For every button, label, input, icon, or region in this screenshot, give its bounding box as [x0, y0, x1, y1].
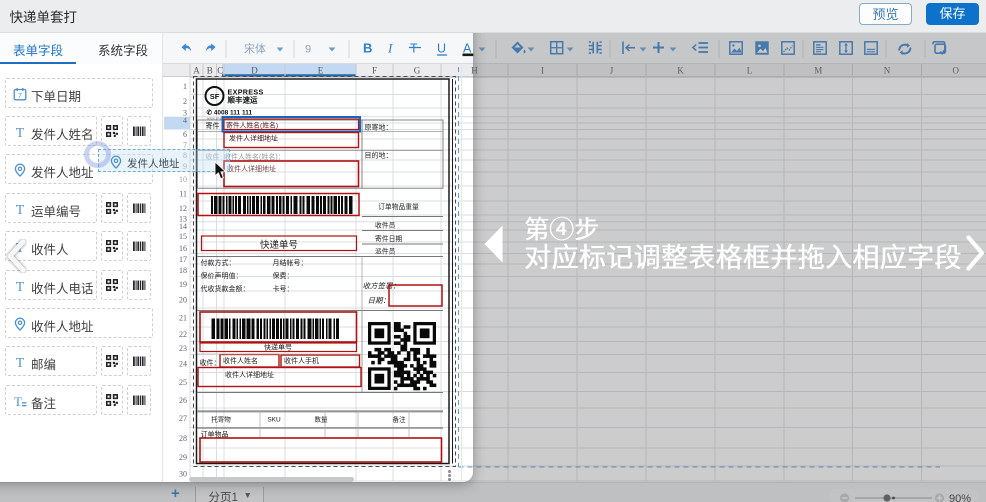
svg-text:B: B [363, 41, 372, 56]
svg-text:收件人详细地址: 收件人详细地址 [225, 370, 274, 379]
svg-text:I: I [541, 66, 544, 76]
svg-text:T: T [16, 125, 25, 139]
svg-text:21: 21 [179, 314, 187, 323]
svg-text:收件人姓名(姓名)：: 收件人姓名(姓名)： [224, 152, 285, 161]
svg-text:29: 29 [179, 453, 187, 462]
svg-text:O: O [953, 66, 960, 76]
svg-text:6: 6 [183, 130, 187, 139]
svg-text:20: 20 [179, 296, 187, 305]
svg-text:9: 9 [305, 44, 311, 56]
svg-text:收件人详细地址: 收件人详细地址 [227, 164, 276, 173]
svg-text:K: K [677, 66, 684, 76]
svg-text:I: I [387, 41, 393, 56]
svg-text:T: T [410, 42, 418, 56]
svg-text:寄件: 寄件 [206, 121, 220, 130]
svg-text:90%: 90% [949, 493, 971, 502]
svg-text:收方签署：: 收方签署： [363, 282, 401, 291]
svg-text:T: T [16, 355, 25, 369]
svg-text:G: G [414, 66, 421, 76]
svg-text:B: B [207, 66, 213, 76]
svg-text:15: 15 [179, 232, 187, 241]
svg-text:A: A [463, 42, 472, 56]
svg-text:16: 16 [179, 244, 187, 253]
svg-text:25: 25 [179, 378, 187, 387]
svg-text:F: F [372, 66, 377, 76]
svg-text:快递单号: 快递单号 [264, 343, 292, 352]
svg-text:E: E [318, 66, 324, 76]
svg-text:宋体: 宋体 [244, 42, 266, 56]
svg-text:14: 14 [179, 222, 187, 231]
svg-text:卡号：: 卡号： [273, 284, 294, 293]
svg-text:M: M [814, 66, 822, 76]
svg-text:D: D [251, 66, 258, 76]
svg-text:28: 28 [179, 434, 187, 443]
svg-text:1: 1 [183, 82, 187, 91]
svg-text:11: 11 [179, 190, 187, 199]
svg-text:派件员: 派件员 [375, 247, 396, 256]
svg-text:10: 10 [179, 175, 187, 184]
svg-text:18: 18 [179, 266, 187, 275]
svg-text:30: 30 [179, 470, 187, 479]
svg-text:付款方式：: 付款方式： [201, 258, 236, 267]
svg-text:U: U [437, 42, 446, 56]
svg-text:17: 17 [179, 255, 187, 264]
svg-text:27: 27 [179, 414, 187, 423]
svg-text:月结帐号：: 月结帐号： [273, 258, 308, 267]
svg-text:2: 2 [183, 97, 187, 106]
svg-text:日期：: 日期： [368, 296, 391, 305]
svg-text:订单物品: 订单物品 [201, 430, 229, 439]
svg-text:收件人姓名: 收件人姓名 [223, 356, 258, 365]
svg-text:保价声明值：: 保价声明值： [201, 271, 243, 280]
svg-text:H: H [471, 66, 478, 76]
svg-text:T: T [14, 394, 22, 408]
svg-text:12: 12 [179, 204, 187, 213]
svg-text:4: 4 [183, 116, 187, 125]
svg-text:22: 22 [179, 330, 187, 339]
svg-text:快递单号: 快递单号 [260, 239, 298, 251]
svg-text:备注: 备注 [393, 415, 407, 424]
svg-text:24: 24 [179, 360, 187, 369]
svg-text:托寄物: 托寄物 [211, 415, 231, 424]
svg-text:订单物品重量: 订单物品重量 [378, 202, 419, 211]
svg-text:19: 19 [179, 280, 187, 289]
svg-text:顺丰速运: 顺丰速运 [228, 95, 258, 105]
svg-text:原寄地：: 原寄地： [365, 123, 393, 132]
svg-text:代收货款金额：: 代收货款金额： [201, 284, 250, 293]
svg-text:寄件日期: 寄件日期 [375, 234, 402, 243]
svg-text:7: 7 [18, 93, 22, 100]
svg-text:23: 23 [179, 344, 187, 353]
svg-text:SKU: SKU [267, 417, 281, 424]
svg-text:SF: SF [210, 92, 220, 101]
svg-text:收件员: 收件员 [375, 221, 396, 230]
svg-text:保费：: 保费： [273, 271, 294, 280]
svg-text:数量: 数量 [315, 415, 329, 424]
svg-text:寄件人姓名(姓名): 寄件人姓名(姓名) [226, 121, 278, 130]
svg-text:A: A [193, 66, 200, 76]
svg-text:L: L [747, 66, 753, 76]
svg-text:C: C [217, 66, 223, 76]
svg-text:收件人手机: 收件人手机 [284, 356, 319, 365]
svg-text:26: 26 [179, 396, 187, 405]
svg-text:目的地：: 目的地： [365, 151, 393, 160]
svg-text:N: N [884, 66, 891, 76]
svg-text:J: J [610, 66, 614, 76]
svg-text:收件：: 收件： [200, 358, 221, 367]
svg-text:✆ 4008 111 111: ✆ 4008 111 111 [207, 109, 253, 117]
svg-text:T: T [16, 202, 25, 216]
svg-text:T: T [16, 279, 25, 293]
svg-text:发件人详细地址: 发件人详细地址 [229, 134, 278, 143]
